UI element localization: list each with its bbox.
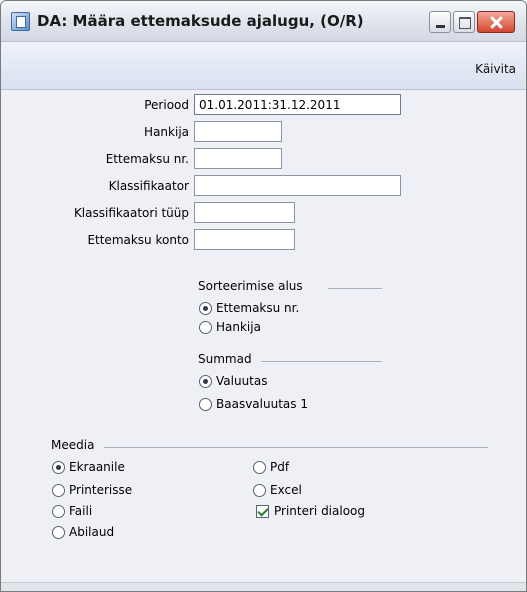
media-radio-printer[interactable]: [52, 484, 65, 497]
media-option-printer[interactable]: Printerisse: [69, 483, 132, 497]
media-radio-excel[interactable]: [253, 484, 266, 497]
close-button[interactable]: [477, 11, 515, 33]
media-option-excel[interactable]: Excel: [270, 483, 302, 497]
prepayment-account-input[interactable]: [194, 229, 295, 250]
sort-radio-prepayment-no[interactable]: [199, 302, 212, 315]
period-label: Periood: [144, 98, 189, 112]
prepayment-account-label: Ettemaksu konto: [87, 233, 189, 247]
app-icon: [11, 12, 30, 31]
sort-option-prepayment-no[interactable]: Ettemaksu nr.: [216, 301, 299, 315]
sums-group-title: Summad: [198, 352, 252, 366]
sums-radio-currency[interactable]: [199, 375, 212, 388]
run-button[interactable]: Käivita: [475, 62, 516, 76]
classification-input[interactable]: [194, 175, 401, 196]
media-radio-screen[interactable]: [52, 461, 65, 474]
minimize-button[interactable]: [429, 11, 451, 33]
supplier-input[interactable]: [194, 121, 282, 142]
toolbar: Käivita: [1, 42, 526, 90]
media-group-title: Meedia: [51, 438, 95, 452]
media-radio-file[interactable]: [52, 505, 65, 518]
status-bar: [1, 582, 526, 591]
prepayment-no-input[interactable]: [194, 148, 282, 169]
form-area: Periood Hankija Ettemaksu nr. Klassifika…: [1, 90, 526, 582]
media-group-divider: [104, 447, 488, 448]
sums-radio-base-currency[interactable]: [199, 398, 212, 411]
media-option-screen[interactable]: Ekraanile: [69, 460, 125, 474]
sort-option-supplier[interactable]: Hankija: [216, 320, 261, 334]
media-option-file[interactable]: Faili: [69, 504, 92, 518]
printer-dialog-label[interactable]: Printeri dialoog: [274, 504, 365, 518]
media-option-clipboard[interactable]: Abilaud: [69, 525, 114, 539]
period-input[interactable]: [194, 94, 401, 115]
classification-type-input[interactable]: [194, 202, 295, 223]
printer-dialog-checkbox[interactable]: [256, 505, 269, 518]
sort-radio-supplier[interactable]: [199, 321, 212, 334]
maximize-button[interactable]: [453, 11, 475, 33]
classification-type-label: Klassifikaatori tüüp: [73, 206, 189, 220]
sort-group-title: Sorteerimise alus: [198, 279, 303, 293]
sort-group-divider: [328, 288, 382, 289]
window-title: DA: Määra ettemaksude ajalugu, (O/R): [37, 12, 364, 30]
classification-label: Klassifikaator: [108, 179, 189, 193]
sums-option-currency[interactable]: Valuutas: [216, 374, 268, 388]
media-radio-pdf[interactable]: [253, 461, 266, 474]
prepayment-no-label: Ettemaksu nr.: [105, 152, 189, 166]
sums-option-base-currency[interactable]: Baasvaluutas 1: [216, 397, 308, 411]
title-bar[interactable]: DA: Määra ettemaksude ajalugu, (O/R): [1, 1, 526, 42]
report-window: DA: Määra ettemaksude ajalugu, (O/R) Käi…: [0, 0, 527, 592]
media-option-pdf[interactable]: Pdf: [270, 460, 289, 474]
supplier-label: Hankija: [144, 125, 189, 139]
media-radio-clipboard[interactable]: [52, 526, 65, 539]
sums-group-divider: [261, 361, 382, 362]
